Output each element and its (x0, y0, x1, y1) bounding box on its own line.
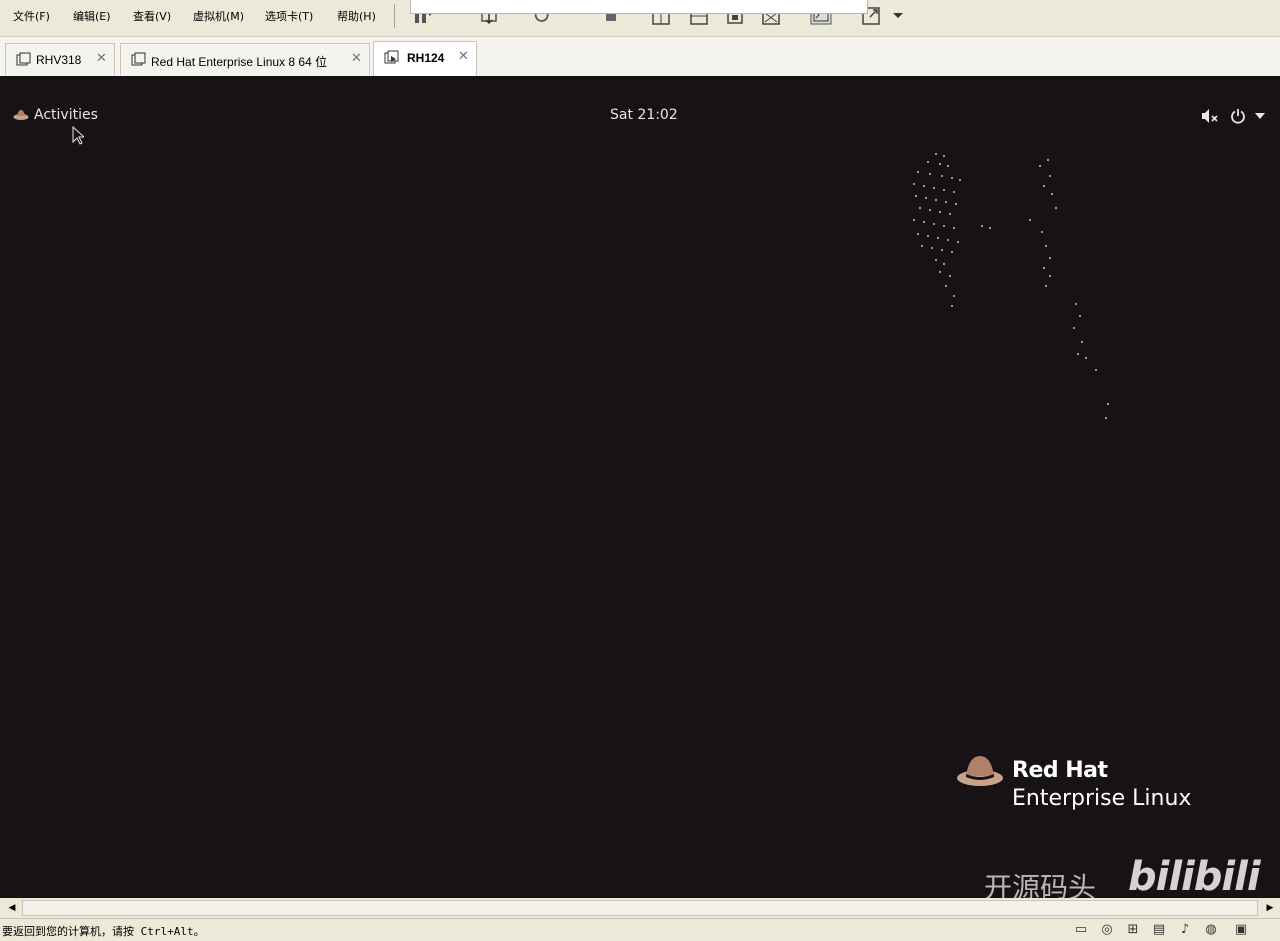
power-icon[interactable] (1230, 108, 1246, 124)
horizontal-scrollbar[interactable]: ◀ ▶ (0, 898, 1280, 918)
status-message: 要返回到您的计算机，请按 Ctrl+Alt。 (2, 925, 205, 938)
redhat-hat-icon (13, 110, 29, 120)
hard-disk-icon[interactable]: ▭ (1072, 921, 1090, 939)
fullscreen-dropdown-icon[interactable] (888, 3, 910, 25)
menu-vm[interactable]: 虚拟机(M) (193, 8, 244, 24)
rhel-logo: Red Hat Enterprise Linux (956, 752, 1216, 822)
menu-tabs[interactable]: 选项卡(T) (265, 8, 313, 24)
volume-muted-icon[interactable] (1200, 108, 1220, 124)
vm-icon (16, 52, 31, 66)
vm-console[interactable]: Activities Sat 21:02 Red Hat Enterprise … (0, 76, 1280, 898)
menu-edit[interactable]: 编辑(E) (73, 8, 111, 24)
logo-red-hat: Red Hat (1012, 758, 1108, 783)
scroll-left-icon[interactable]: ◀ (4, 900, 20, 916)
close-icon[interactable]: ✕ (96, 51, 107, 66)
vm-running-icon (384, 50, 399, 64)
activities-button[interactable]: Activities (34, 107, 98, 123)
close-icon[interactable]: ✕ (458, 49, 469, 64)
close-icon[interactable]: ✕ (351, 51, 362, 66)
vm-tab-bar: RHV318 ✕ Red Hat Enterprise Linux 8 64 位… (0, 36, 1280, 77)
tab-rhel8[interactable]: Red Hat Enterprise Linux 8 64 位 ✕ (120, 43, 370, 75)
host-menubar: 文件(F) 编辑(E) 查看(V) 虚拟机(M) 选项卡(T) 帮助(H) (0, 0, 1280, 32)
menu-view[interactable]: 查看(V) (133, 8, 171, 24)
scroll-right-icon[interactable]: ▶ (1262, 900, 1278, 916)
tab-rh124[interactable]: RH124 ✕ (373, 41, 477, 77)
system-menu-arrow-icon[interactable] (1255, 113, 1265, 119)
watermark-bilibili: bilibili (1128, 854, 1261, 898)
toolbar-popup-strip (410, 0, 868, 14)
cd-drive-icon[interactable]: ◎ (1098, 921, 1116, 939)
watermark-channel: 开源码头 (984, 871, 1097, 898)
tab-label: RH124 (407, 51, 445, 65)
display-icon[interactable]: ◍ (1202, 921, 1220, 939)
logo-enterprise-linux: Enterprise Linux (1012, 786, 1192, 811)
printer-icon[interactable]: ▤ (1150, 921, 1168, 939)
menu-help[interactable]: 帮助(H) (337, 8, 376, 24)
network-adapter-icon[interactable]: ⊞ (1124, 921, 1142, 939)
message-log-icon[interactable]: ▣ (1232, 921, 1250, 939)
vm-icon (131, 52, 146, 66)
menu-file[interactable]: 文件(F) (13, 8, 50, 24)
background-dot-pattern (913, 153, 1109, 419)
redhat-logo-icon (957, 756, 1003, 786)
mouse-cursor-icon (72, 126, 84, 145)
tab-label: RHV318 (36, 53, 82, 67)
status-bar: 要返回到您的计算机，请按 Ctrl+Alt。 ▭ ◎ ⊞ ▤ ♪ ◍ ▣ (0, 918, 1280, 941)
tab-label: Red Hat Enterprise Linux 8 64 位 (151, 55, 328, 69)
menu-separator (394, 4, 395, 28)
clock[interactable]: Sat 21:02 (610, 107, 678, 123)
scroll-track[interactable] (22, 900, 1258, 916)
tab-rhv318[interactable]: RHV318 ✕ (5, 43, 115, 75)
sound-card-icon[interactable]: ♪ (1176, 921, 1194, 939)
